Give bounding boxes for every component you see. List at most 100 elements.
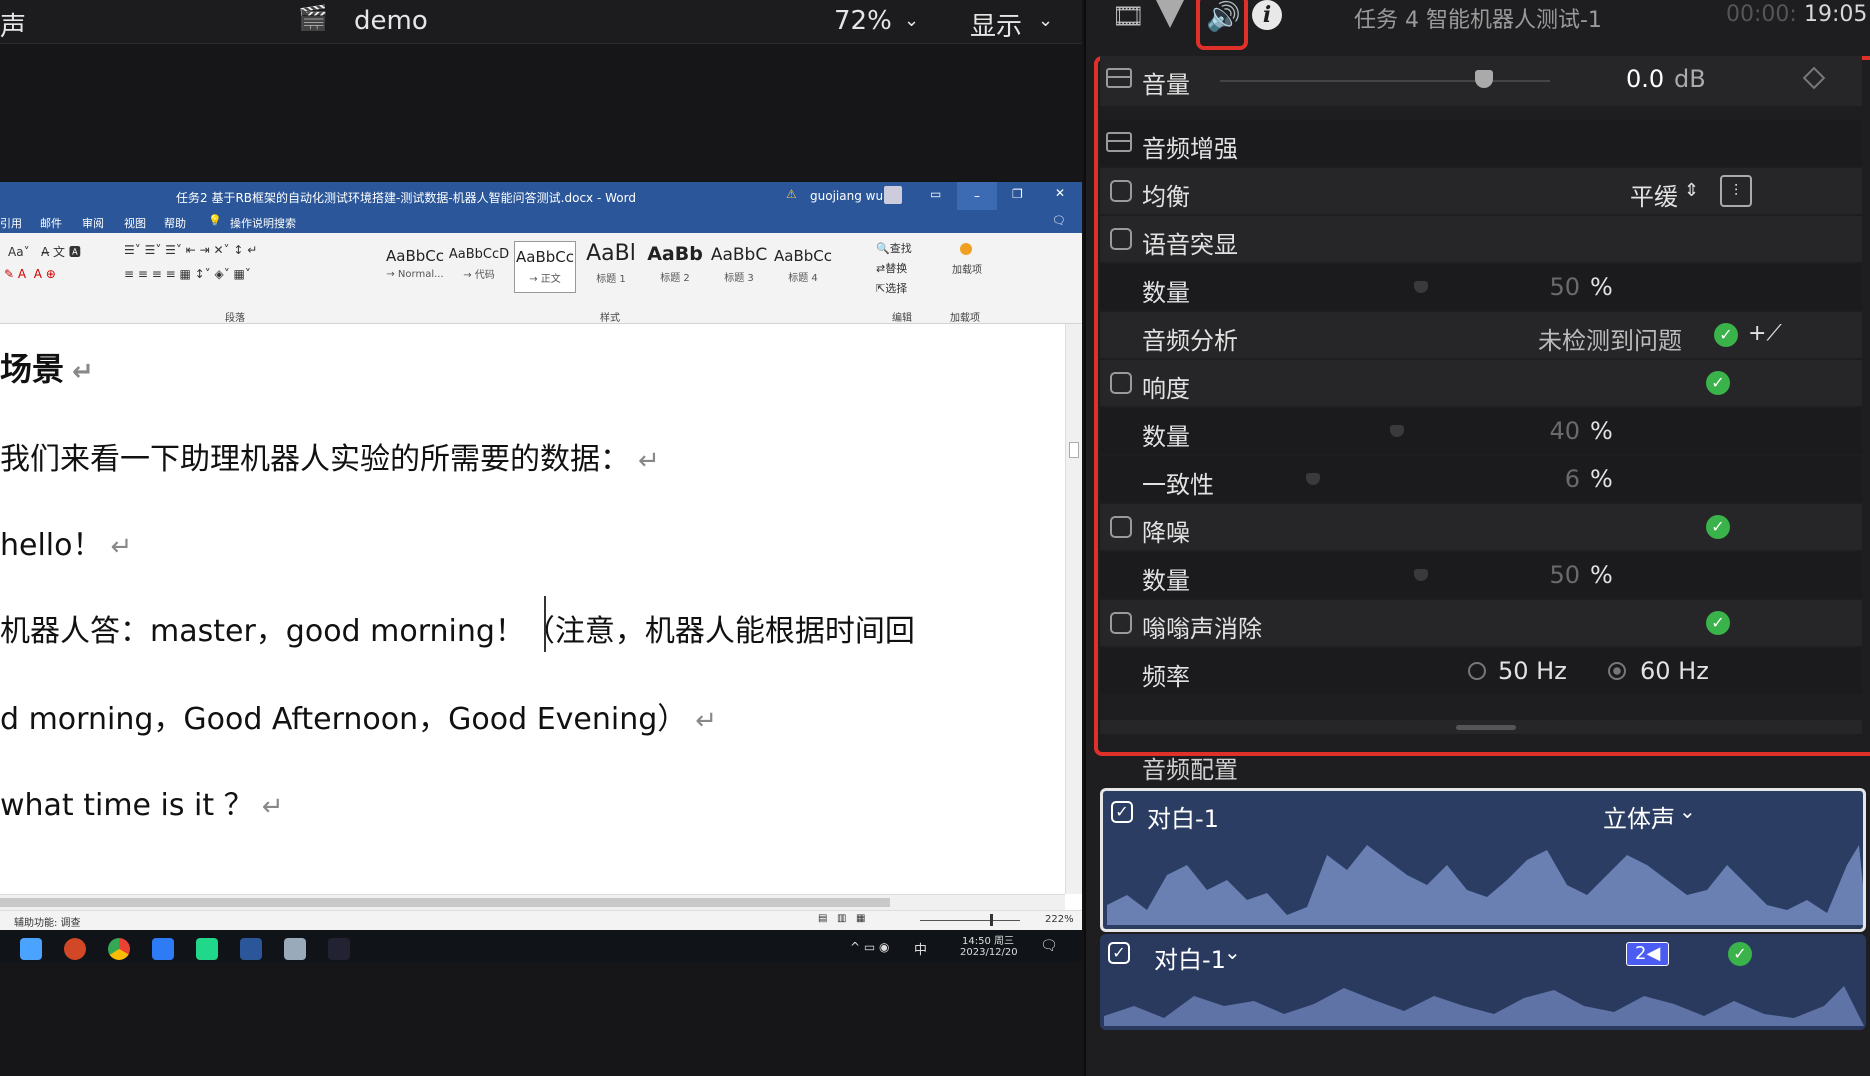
powerpoint-icon[interactable] <box>64 938 86 960</box>
word-user[interactable]: guojiang wu <box>810 189 883 203</box>
zoom-slider[interactable] <box>920 920 1020 921</box>
chevron-down-icon[interactable]: ⌄ <box>1679 799 1696 823</box>
menu-help[interactable]: 帮助 <box>164 215 186 231</box>
horizontal-scrollbar[interactable] <box>0 894 1065 910</box>
word-icon[interactable] <box>240 938 262 960</box>
divider-bar[interactable] <box>1100 720 1862 734</box>
eq-graph-icon[interactable]: ⫶ <box>1720 175 1752 207</box>
font-tools[interactable]: Aa˅ A̶ 文 🅰 <box>8 243 81 260</box>
loudness-checkbox[interactable] <box>1110 372 1132 394</box>
chevron-down-icon[interactable]: ⌄ <box>904 10 919 31</box>
doc-paragraph: 机器人答：master，good morning！（注意，机器人能根据时间回 <box>0 614 915 649</box>
style-heading-4[interactable]: AaBbCc 标题 4 <box>772 241 834 293</box>
style-heading-3[interactable]: AaBbC 标题 3 <box>708 241 770 293</box>
hum-checkbox[interactable] <box>1110 612 1132 634</box>
noise-checkbox[interactable] <box>1110 516 1132 538</box>
chevron-down-icon[interactable]: ⌄ <box>1038 10 1053 31</box>
return-mark: ↵ <box>72 357 94 387</box>
volume-slider-knob[interactable] <box>1475 70 1493 88</box>
word-zoom-level[interactable]: 222% <box>1045 914 1074 925</box>
document-canvas[interactable]: 场景 ↵ 我们来看一下助理机器人实验的所需要的数据： ↵ hello！ ↵ 机器人答：… <box>0 324 1065 894</box>
align-tools[interactable]: ≡ ≡ ≡ ≡ ▦ ↕˅ ◈˅ ▦˅ <box>124 267 251 281</box>
color-inspector-icon[interactable] <box>1156 0 1184 28</box>
speaker-icon[interactable]: 🔊 <box>1206 0 1241 33</box>
comment-icon[interactable]: 🗨 <box>1052 214 1066 227</box>
scroll-thumb[interactable] <box>1069 442 1079 458</box>
pycharm-icon[interactable] <box>196 938 218 960</box>
vertical-scrollbar[interactable] <box>1065 324 1082 894</box>
uniformity-value[interactable]: 6 <box>1520 465 1580 493</box>
avatar[interactable] <box>884 186 902 204</box>
word-title: 任务2 基于RB框架的自动化测试环境搭建-测试数据-机器人智能问答测试.docx… <box>176 191 636 205</box>
clip-card-2[interactable]: ✓ 对白-1 ⌄ 2◀ ✓ <box>1100 934 1866 1030</box>
eq-checkbox[interactable] <box>1110 180 1132 202</box>
addin-button[interactable]: 加载项 <box>952 261 982 276</box>
menu-mailings[interactable]: 邮件 <box>40 215 62 231</box>
noise-amount-value[interactable]: 50 <box>1520 561 1580 589</box>
style-normal[interactable]: AaBbCc → Normal... <box>384 241 446 293</box>
app-icon[interactable] <box>284 938 306 960</box>
minimize-button[interactable]: – <box>957 182 997 210</box>
style-code[interactable]: AaBbCcD → 代码 <box>448 241 510 293</box>
eq-preset-select[interactable]: 平缓 <box>1630 177 1678 212</box>
zoom-slider-thumb[interactable] <box>990 914 993 926</box>
font-color-tools[interactable]: ✎ A A ⊕ <box>4 267 56 281</box>
list-tools[interactable]: ☰˅ ☰˅ ☰˅ ⇤ ⇥ ✕˅ ↕ ↵ <box>124 243 257 257</box>
uniformity-knob[interactable] <box>1306 473 1320 485</box>
replace-button[interactable]: ⇄替换 <box>876 259 912 279</box>
addin-icon[interactable] <box>960 243 972 255</box>
menu-view[interactable]: 视图 <box>124 215 146 231</box>
voice-amount-value[interactable]: 50 <box>1520 273 1580 301</box>
display-dropdown[interactable]: 显示 <box>970 6 1022 43</box>
view-mode-icons[interactable]: ▤ ▥ ▦ <box>818 913 865 924</box>
clip1-checkbox[interactable]: ✓ <box>1111 801 1133 823</box>
restore-button[interactable]: ❐ <box>1012 187 1023 201</box>
doc-paragraph: hello！ ↵ <box>0 528 133 563</box>
radio-50hz[interactable] <box>1468 662 1486 680</box>
app-icon[interactable] <box>152 938 174 960</box>
uniformity-label: 一致性 <box>1142 471 1214 499</box>
menu-review[interactable]: 审阅 <box>82 215 104 231</box>
chrome-icon[interactable] <box>108 938 130 960</box>
clip1-mode-select[interactable]: 立体声 <box>1603 799 1675 834</box>
loudness-amount-value[interactable]: 40 <box>1520 417 1580 445</box>
voice-checkbox[interactable] <box>1110 228 1132 250</box>
notification-icon[interactable]: 🗨 <box>1040 938 1058 954</box>
accessibility-status[interactable]: 辅助功能: 调查 <box>14 914 81 929</box>
radio-60hz[interactable] <box>1608 662 1626 680</box>
clip-card-1[interactable]: ✓ 对白-1 立体声 ⌄ <box>1100 788 1866 932</box>
tray-icons[interactable]: ^ ▭ ◉ <box>850 940 890 954</box>
chevron-down-icon[interactable]: ⌄ <box>1224 940 1241 964</box>
noise-amount-knob[interactable] <box>1414 569 1428 581</box>
explorer-icon[interactable] <box>20 938 42 960</box>
loudness-amount-knob[interactable] <box>1390 425 1404 437</box>
volume-value[interactable]: 0.0 <box>1626 65 1664 93</box>
updown-icon[interactable]: ⇕ <box>1684 180 1699 201</box>
tell-me-search[interactable]: 操作说明搜索 <box>230 215 296 231</box>
zoom-dropdown[interactable]: 72% <box>834 6 892 36</box>
style-heading-2[interactable]: AaBb 标题 2 <box>644 241 706 293</box>
select-button[interactable]: ⇱选择 <box>876 279 912 299</box>
video-inspector-icon[interactable]: 🎞 <box>1112 2 1145 32</box>
viewer-toolbar: 声 🎬 demo 72% ⌄ 显示 ⌄ <box>0 0 1082 44</box>
menu-references[interactable]: 引用 <box>0 215 22 231</box>
keyframe-icon[interactable] <box>1802 66 1826 90</box>
style-body[interactable]: AaBbCc → 正文 <box>514 241 576 293</box>
magic-wand-icon[interactable]: +⟋ <box>1748 321 1782 346</box>
clapper-icon[interactable]: 🎬 <box>298 4 328 32</box>
close-icon[interactable]: ✕ <box>1055 186 1065 200</box>
voice-amount-knob[interactable] <box>1414 281 1428 293</box>
ime-indicator[interactable]: 中 <box>914 939 927 958</box>
hum-row: 嗡嗡声消除 ✓ <box>1100 600 1862 646</box>
voice-amount-row: 数量 50 % <box>1100 264 1862 310</box>
info-icon[interactable]: i <box>1252 0 1282 30</box>
clip2-checkbox[interactable]: ✓ <box>1108 942 1130 964</box>
app-icon[interactable] <box>328 938 350 960</box>
style-heading-1[interactable]: AaBl 标题 1 <box>580 241 642 293</box>
hscroll-thumb[interactable] <box>0 898 890 907</box>
resize-handle[interactable] <box>1456 725 1516 730</box>
taskbar-clock[interactable]: 14:50 周三 2023/12/20 <box>960 932 1018 958</box>
ribbon-display-icon[interactable]: ▭ <box>930 187 941 201</box>
volume-slider[interactable] <box>1220 80 1550 82</box>
find-button[interactable]: 🔍查找 <box>876 239 912 259</box>
